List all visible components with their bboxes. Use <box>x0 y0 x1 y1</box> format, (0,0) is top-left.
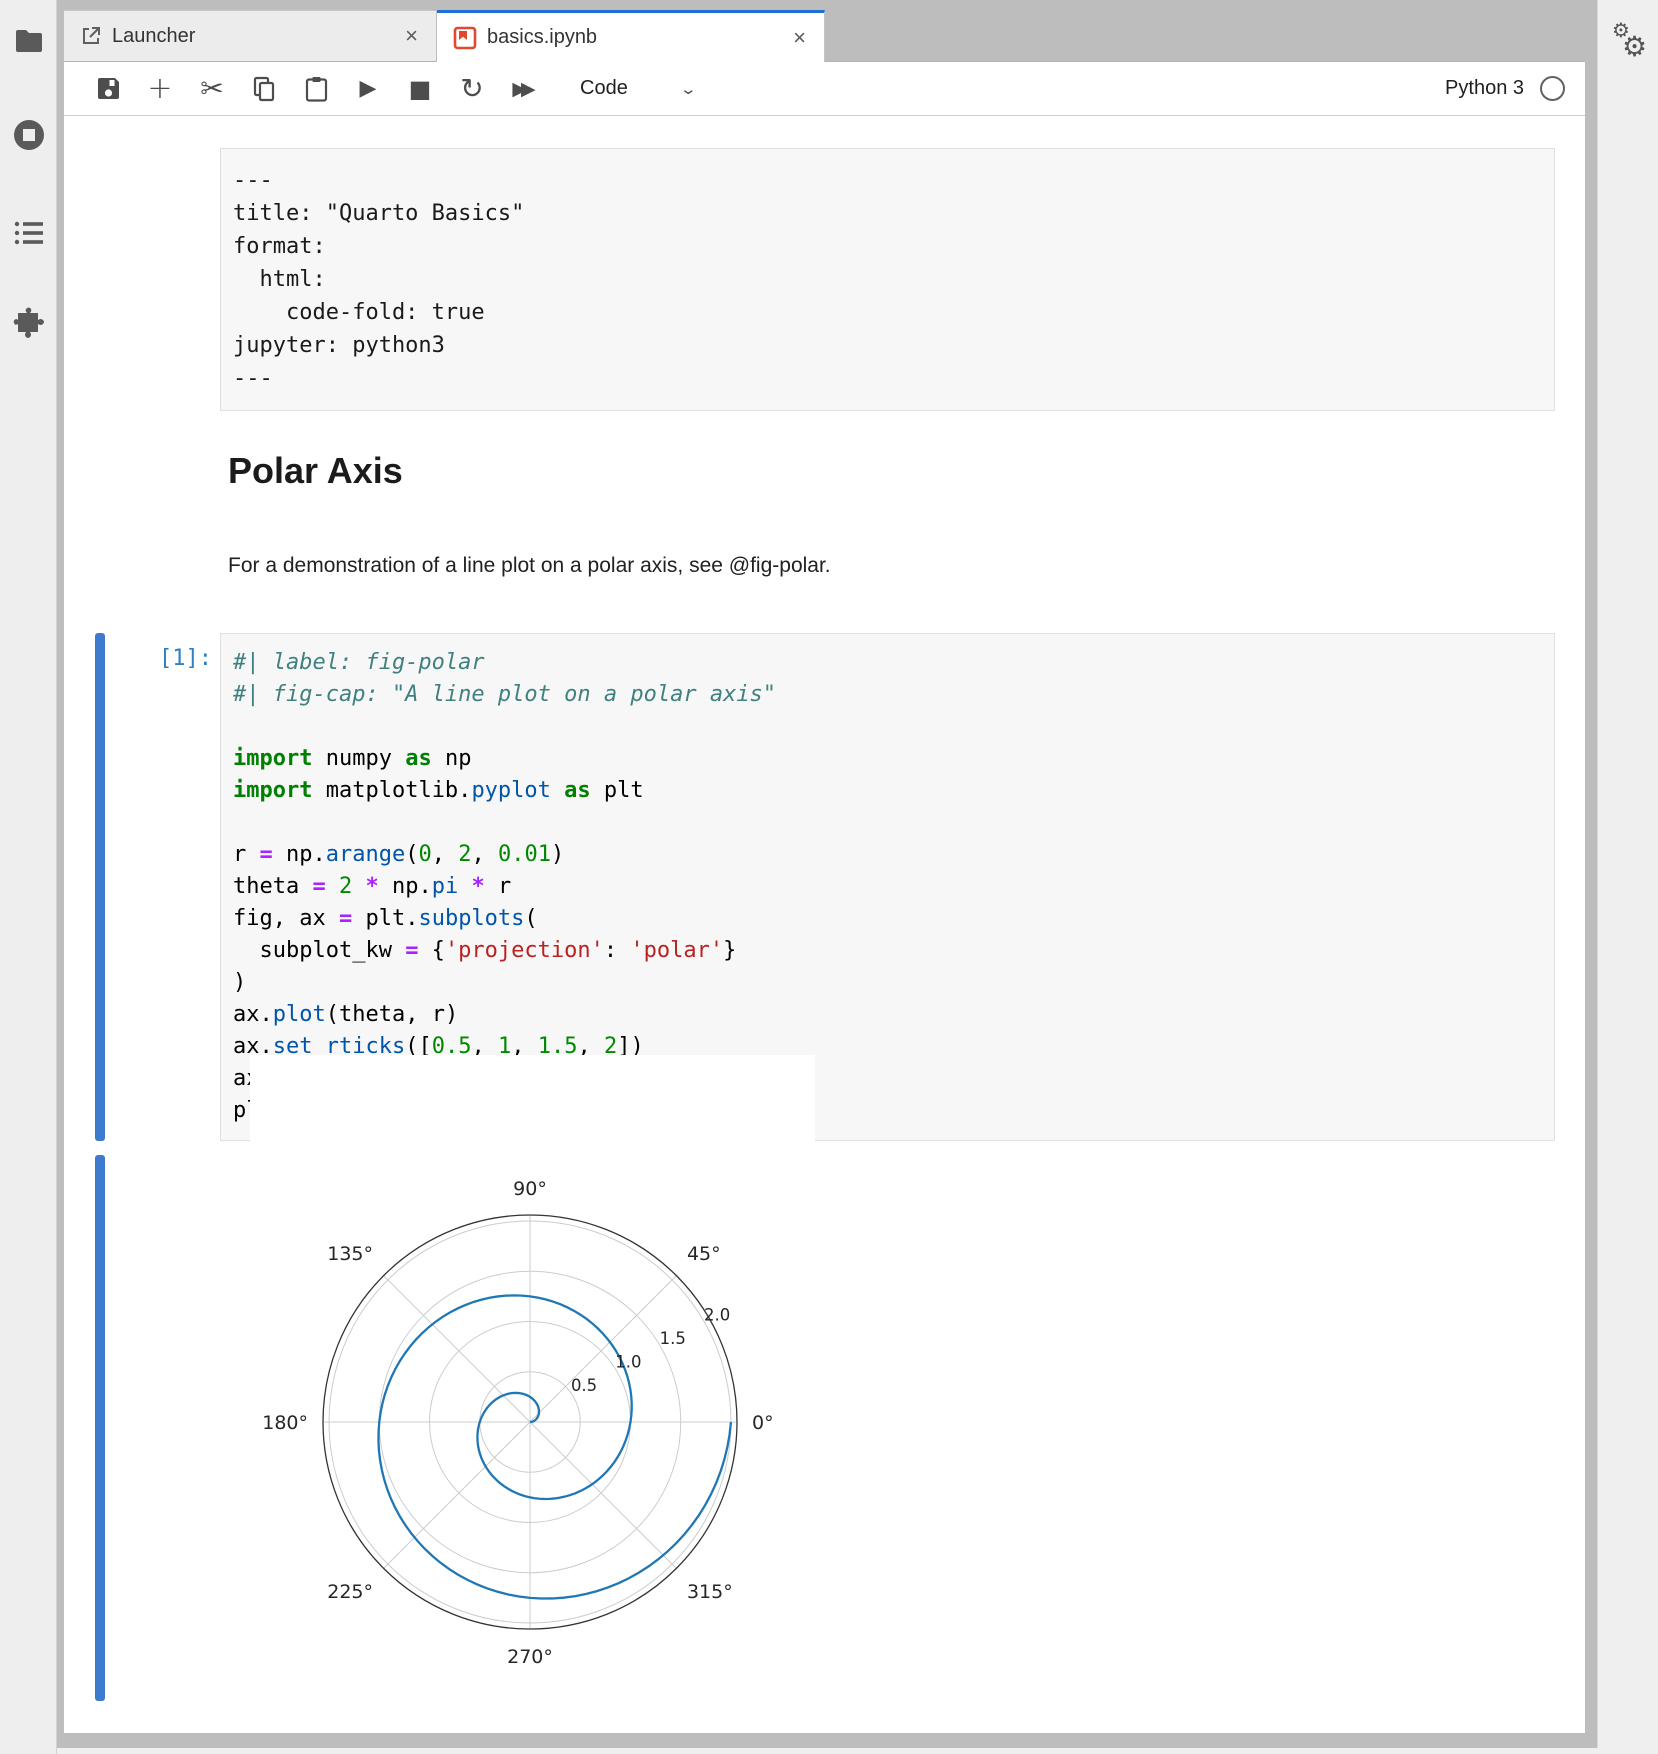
launcher-icon <box>80 25 102 47</box>
code-line: #| fig-cap: "A line plot on a polar axis… <box>233 679 1542 711</box>
chevron-down-icon: ⌄ <box>679 80 697 98</box>
activity-bar <box>0 0 57 1754</box>
svg-text:135°: 135° <box>327 1243 373 1265</box>
svg-text:180°: 180° <box>262 1412 308 1434</box>
jupyterlab-screen: Launcher × basics.ipynb × <box>0 0 1658 1754</box>
raw-yaml-cell[interactable]: ---title: "Quarto Basics"format: html: c… <box>220 148 1555 411</box>
svg-text:0°: 0° <box>752 1412 774 1434</box>
kernel-status-icon[interactable] <box>1540 76 1565 101</box>
yaml-line: title: "Quarto Basics" <box>233 197 1542 230</box>
svg-text:0.5: 0.5 <box>571 1376 597 1395</box>
yaml-line: --- <box>233 362 1542 395</box>
notebook-icon <box>453 26 477 50</box>
code-line <box>233 711 1542 743</box>
running-kernels-icon[interactable] <box>0 118 57 152</box>
svg-text:2.0: 2.0 <box>704 1305 730 1324</box>
table-of-contents-icon[interactable] <box>0 220 57 246</box>
kernel-group: Python 3 <box>1445 76 1565 101</box>
code-line: import matplotlib.pyplot as plt <box>233 775 1542 807</box>
svg-text:90°: 90° <box>513 1178 547 1200</box>
copy-cells-button[interactable] <box>242 69 286 109</box>
svg-text:45°: 45° <box>687 1243 721 1265</box>
polar-plot-output: 0° 45° 90° 135° 180° 225° 270° 315° 0.5 1.0 1.5 2.0 <box>250 1055 815 1705</box>
property-inspector-icon[interactable]: ⚙ ⚙ <box>1610 18 1650 58</box>
right-sidebar-strip: ⚙ ⚙ <box>1597 0 1658 1754</box>
restart-run-all-button[interactable]: ▶▶ <box>502 69 546 109</box>
notebook-toolbar: + ✂ ▶ ■ ↻ ▶▶ Code ⌄ <box>64 62 1585 116</box>
file-browser-icon[interactable] <box>0 28 57 54</box>
code-line: ax.plot(theta, r) <box>233 999 1542 1031</box>
code-line <box>233 807 1542 839</box>
output-collapser[interactable] <box>95 1155 105 1701</box>
main-panel: Launcher × basics.ipynb × <box>64 10 1585 1733</box>
stop-kernel-button[interactable]: ■ <box>398 69 442 109</box>
svg-text:1.5: 1.5 <box>660 1329 686 1348</box>
yaml-line: jupyter: python3 <box>233 329 1542 362</box>
tab-label: Launcher <box>112 25 393 48</box>
svg-text:270°: 270° <box>507 1646 553 1668</box>
code-line: fig, ax = plt.subplots( <box>233 903 1542 935</box>
tab-label: basics.ipynb <box>487 26 781 49</box>
input-collapser[interactable] <box>95 633 105 1141</box>
restart-kernel-button[interactable]: ↻ <box>450 69 494 109</box>
yaml-line: code-fold: true <box>233 296 1542 329</box>
tab-launcher[interactable]: Launcher × <box>64 10 437 61</box>
code-line: theta = 2 * np.pi * r <box>233 871 1542 903</box>
tab-bar: Launcher × basics.ipynb × <box>64 10 1585 62</box>
add-cell-button[interactable]: + <box>138 69 182 109</box>
markdown-paragraph: For a demonstration of a line plot on a … <box>228 554 831 578</box>
kernel-name: Python 3 <box>1445 77 1524 100</box>
save-button[interactable] <box>86 69 130 109</box>
code-line: r = np.arange(0, 2, 0.01) <box>233 839 1542 871</box>
cell-type-dropdown[interactable]: Code ⌄ <box>580 77 694 100</box>
svg-text:225°: 225° <box>327 1581 373 1603</box>
markdown-heading: Polar Axis <box>228 450 403 492</box>
notebook-content: ---title: "Quarto Basics"format: html: c… <box>64 116 1585 1733</box>
close-tab-icon[interactable]: × <box>791 25 808 51</box>
code-line: subplot_kw = {'projection': 'polar'} <box>233 935 1542 967</box>
svg-text:315°: 315° <box>687 1581 733 1603</box>
execution-count: [1]: <box>102 646 212 671</box>
extensions-icon[interactable] <box>0 306 57 338</box>
close-tab-icon[interactable]: × <box>403 23 420 49</box>
yaml-line: html: <box>233 263 1542 296</box>
cell-type-value: Code <box>580 77 628 100</box>
code-line: #| label: fig-polar <box>233 647 1542 679</box>
paste-cells-button[interactable] <box>294 69 338 109</box>
cut-cells-button[interactable]: ✂ <box>190 69 234 109</box>
yaml-line: --- <box>233 164 1542 197</box>
code-line: import numpy as np <box>233 743 1542 775</box>
yaml-line: format: <box>233 230 1542 263</box>
svg-text:1.0: 1.0 <box>615 1353 641 1372</box>
tab-basics-ipynb[interactable]: basics.ipynb × <box>437 10 825 62</box>
code-line: ) <box>233 967 1542 999</box>
bottom-strip <box>57 1748 1658 1754</box>
run-cell-button[interactable]: ▶ <box>346 69 390 109</box>
polar-chart: 0° 45° 90° 135° 180° 225° 270° 315° 0.5 1.0 1.5 2.0 <box>250 1055 815 1705</box>
